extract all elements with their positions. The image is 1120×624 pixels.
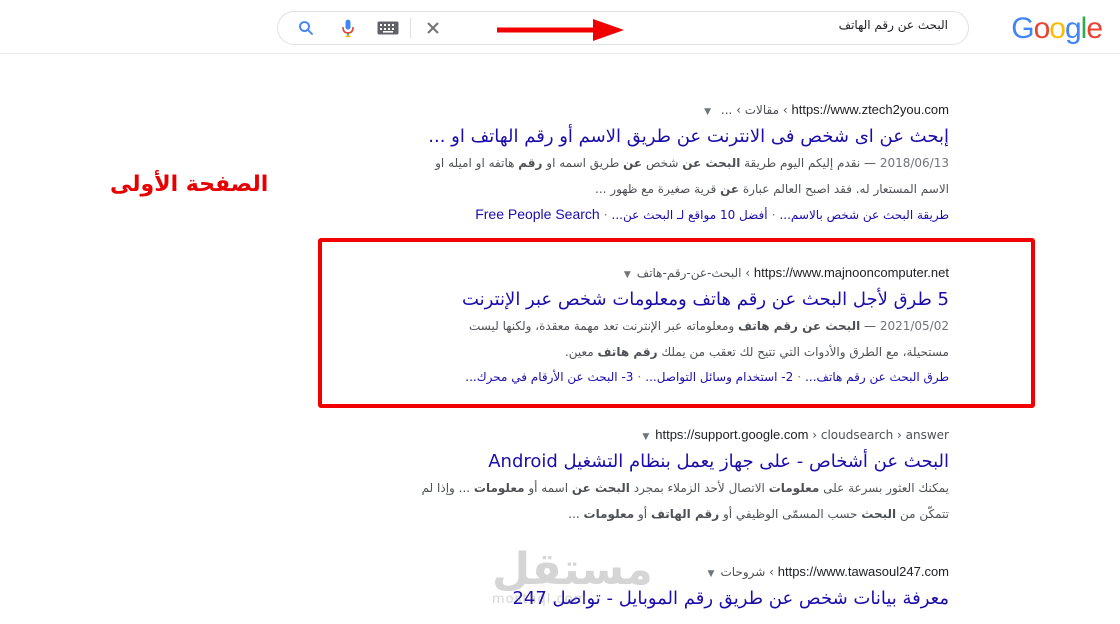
sitelink-separator: · xyxy=(603,208,608,222)
search-divider xyxy=(410,18,411,38)
snippet-text: الاتصال لأحد الزملاء بمجرد xyxy=(629,481,769,495)
sitelink[interactable]: طرق البحث عن رقم هاتف... xyxy=(805,370,949,384)
logo-letter: o xyxy=(1049,12,1066,45)
snippet-bold: معلومات xyxy=(473,481,525,495)
search-icon[interactable] xyxy=(296,18,316,38)
search-result: https://support.google.com › cloudsearch… xyxy=(419,426,949,527)
first-page-label: الصفحة الأولى xyxy=(110,172,269,197)
result-snippet: 2018/06/13 — نقدم إليكم اليوم طريقة البح… xyxy=(419,150,949,202)
watermark-logo: مستقل xyxy=(492,544,653,595)
result-snippet: 2021/05/02 — البحث عن رقم هاتف ومعلوماته… xyxy=(419,313,949,365)
search-result: https://www.ztech2you.com › مقالات › ...… xyxy=(419,101,949,227)
result-domain: https://www.majnooncomputer.net xyxy=(753,265,949,280)
google-logo[interactable]: Google xyxy=(1011,12,1103,46)
result-cite[interactable]: https://www.ztech2you.com › مقالات › ...… xyxy=(419,101,949,119)
snippet-text: — xyxy=(860,319,880,333)
red-arrow xyxy=(497,19,624,41)
logo-letter: e xyxy=(1086,12,1103,45)
microphone-icon[interactable] xyxy=(338,18,358,38)
snippet-text: يمكنك العثور بسرعة على xyxy=(819,481,949,495)
logo-letter: g xyxy=(1064,12,1082,45)
result-domain: https://support.google.com xyxy=(655,427,809,442)
search-input[interactable]: البحث عن رقم الهاتف xyxy=(839,18,948,32)
snippet-bold: البحث عن رقم هاتف xyxy=(737,319,861,333)
sitelink[interactable]: 3- البحث عن الأرقام في محرك... xyxy=(465,370,633,384)
result-domain: https://www.tawasoul247.com xyxy=(777,564,949,579)
result-snippet: يمكنك العثور بسرعة على معلومات الاتصال ل… xyxy=(419,475,949,527)
sitelink-separator: · xyxy=(637,370,642,384)
result-title[interactable]: البحث عن أشخاص - على جهاز يعمل بنظام الت… xyxy=(419,449,949,475)
caret-down-icon[interactable]: ▼ xyxy=(704,107,711,117)
snippet-bold: عن xyxy=(623,156,643,170)
result-path: › شروحات xyxy=(720,565,778,579)
sitelinks: طرق البحث عن رقم هاتف...·2- استخدام وسائ… xyxy=(419,365,949,389)
result-path: › البحث-عن-رقم-هاتف xyxy=(636,266,754,280)
result-path: › مقالات › ... xyxy=(717,103,792,117)
result-title[interactable]: 5 طرق لأجل البحث عن رقم هاتف ومعلومات شخ… xyxy=(419,287,949,313)
snippet-bold: معلومات xyxy=(583,507,635,521)
sitelink-separator: · xyxy=(771,208,776,222)
snippet-text: حسب المسمّى الوظيفي أو xyxy=(719,507,862,521)
snippet-bold: رقم الهاتف xyxy=(650,507,720,521)
snippet-bold: البحث xyxy=(861,507,897,521)
result-title[interactable]: إبحث عن اى شخص فى الانترنت عن طريق الاسم… xyxy=(419,124,949,150)
snippet-bold: معلومات xyxy=(768,481,820,495)
snippet-bold: عن xyxy=(720,182,740,196)
sitelinks: طريقة البحث عن شخص بالاسم...·أفضل 10 موا… xyxy=(419,202,949,227)
keyboard-icon[interactable] xyxy=(376,18,400,38)
clear-icon[interactable] xyxy=(423,18,443,38)
snippet-text: اسمه أو xyxy=(524,481,572,495)
snippet-bold: البحث عن xyxy=(682,156,741,170)
snippet-text: معين. xyxy=(564,345,598,359)
logo-letter: G xyxy=(1011,12,1034,45)
snippet-bold: رقم xyxy=(518,156,543,170)
result-cite[interactable]: https://support.google.com › cloudsearch… xyxy=(419,426,949,444)
sitelink[interactable]: Free People Search xyxy=(475,206,600,222)
logo-letter: o xyxy=(1033,12,1051,45)
sitelink[interactable]: 2- استخدام وسائل التواصل... xyxy=(645,370,793,384)
snippet-text: — نقدم إليكم اليوم طريقة xyxy=(740,156,880,170)
snippet-text: شخص xyxy=(642,156,683,170)
sitelink-separator: · xyxy=(797,370,802,384)
caret-down-icon[interactable]: ▼ xyxy=(642,432,649,442)
result-path: › cloudsearch › answer xyxy=(808,428,949,442)
top-bar: Google البحث عن رقم الهاتف xyxy=(0,0,1120,54)
result-domain: https://www.ztech2you.com xyxy=(791,102,949,117)
search-result: https://www.majnooncomputer.net › البحث-… xyxy=(419,264,949,389)
snippet-bold: البحث عن xyxy=(571,481,630,495)
snippet-text: أو xyxy=(634,507,651,521)
sitelink[interactable]: طريقة البحث عن شخص بالاسم... xyxy=(779,208,949,222)
snippet-text: طريق اسمه او xyxy=(542,156,624,170)
snippet-bold: رقم هاتف xyxy=(597,345,658,359)
result-date: 2018/06/13 xyxy=(879,156,949,170)
mostaql-watermark: مستقل mostaql.com xyxy=(492,544,653,608)
snippet-text: ... xyxy=(568,507,584,521)
caret-down-icon[interactable]: ▼ xyxy=(624,270,631,280)
result-date: 2021/05/02 xyxy=(879,319,949,333)
sitelink[interactable]: أفضل 10 مواقع لـ البحث عن... xyxy=(612,208,768,222)
caret-down-icon[interactable]: ▼ xyxy=(708,569,715,579)
result-cite[interactable]: https://www.majnooncomputer.net › البحث-… xyxy=(419,264,949,282)
snippet-text: قرية صغيرة مع ظهور ... xyxy=(595,182,721,196)
